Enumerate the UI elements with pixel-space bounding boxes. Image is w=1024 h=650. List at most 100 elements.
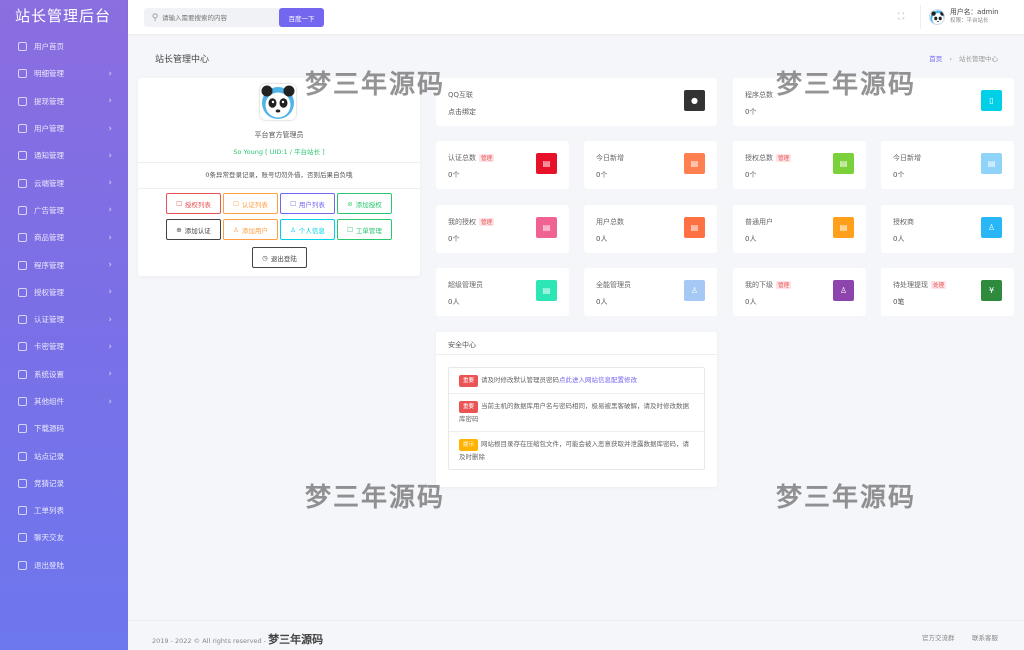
chevron-right-icon: ›	[108, 369, 112, 380]
user-role: 权限：平台站长	[950, 18, 989, 24]
sidebar-item-label: 工单列表	[34, 506, 64, 516]
sidebar-item[interactable]: 认证管理 ›	[0, 306, 128, 333]
stat-icon: ▤	[536, 153, 557, 174]
user-name: 用户名：admin	[950, 8, 999, 16]
stat-title: 全能管理员	[596, 281, 631, 289]
sidebar-item[interactable]: 广告管理 ›	[0, 197, 128, 224]
fullscreen-icon[interactable]: ⛶	[898, 12, 904, 22]
profile-action-button[interactable]: ☐ 认证列表	[223, 193, 278, 214]
profile-action-button[interactable]: ☐ 用户列表	[280, 193, 335, 214]
profile-action-button[interactable]: ⊘ 添加授权	[337, 193, 392, 214]
button-icon: ⊘	[347, 199, 353, 208]
sidebar-item[interactable]: 站点记录	[0, 442, 128, 469]
stat-card[interactable]: 程序总数 0个 ▯	[733, 78, 1014, 126]
stat-icon: ▤	[536, 280, 557, 301]
copyright-text: 2019 - 2022 © All rights reserved -	[152, 637, 269, 645]
stat-card[interactable]: 认证总数 管理 0个 ▤	[436, 141, 569, 189]
profile-action-button[interactable]: ☐ 授权列表	[166, 193, 221, 214]
chevron-right-icon: ›	[108, 396, 112, 407]
stat-value: 0人	[893, 235, 905, 243]
user-menu[interactable]: 用户名：admin 权限：平台站长	[920, 5, 1008, 29]
stat-title: 今日新增	[596, 154, 624, 162]
button-icon: ☐	[233, 199, 239, 208]
stat-card[interactable]: QQ互联 点击绑定 ●	[436, 78, 717, 126]
sidebar-item[interactable]: 明细管理 ›	[0, 60, 128, 87]
sidebar-item[interactable]: 工单列表	[0, 497, 128, 524]
sidebar-item[interactable]: 聊天交友	[0, 524, 128, 551]
watermark: 梦三年源码	[305, 483, 446, 513]
sidebar-nav: 用户首页 明细管理 › 提现管理 › 用户管理 › 通知管理 › 云端管理 › 广告管理 › 商品管理 › 程…	[0, 33, 128, 579]
sidebar-item[interactable]: 程序管理 ›	[0, 251, 128, 278]
stat-tag[interactable]: 管理	[776, 154, 792, 162]
stat-tag[interactable]: 管理	[776, 281, 792, 289]
stat-icon: ▤	[684, 217, 705, 238]
profile-action-button[interactable]: ☐ 工单管理	[337, 219, 392, 240]
search-button[interactable]: 百度一下	[279, 8, 324, 27]
stat-card[interactable]: 授权总数 管理 0个 ▤	[733, 141, 866, 189]
stat-icon: ▤	[536, 217, 557, 238]
avatar	[929, 9, 945, 25]
stat-value: 点击绑定	[448, 108, 476, 116]
stat-tag[interactable]: 处理	[931, 281, 947, 289]
stat-card[interactable]: 我的下级 管理 0人 ♙	[733, 268, 866, 316]
stat-card[interactable]: 今日新增 0个 ▤	[881, 141, 1014, 189]
sidebar-item[interactable]: 用户首页	[0, 33, 128, 60]
sidebar-item[interactable]: 竞猜记录	[0, 470, 128, 497]
search-box: ⚲ 百度一下	[144, 8, 324, 27]
sidebar-item[interactable]: 其他组件 ›	[0, 388, 128, 415]
profile-action-button[interactable]: ♙ 添加用户	[223, 219, 278, 240]
stat-card[interactable]: 超级管理员 0人 ▤	[436, 268, 569, 316]
stat-value: 0人	[596, 235, 608, 243]
stat-tag[interactable]: 管理	[479, 154, 495, 162]
footer: 2019 - 2022 © All rights reserved - 梦三年源…	[128, 620, 1024, 650]
sidebar-item[interactable]: 商品管理 ›	[0, 224, 128, 251]
sidebar-item[interactable]: 卡密管理 ›	[0, 333, 128, 360]
stat-value: 0人	[745, 235, 757, 243]
sidebar-item[interactable]: 授权管理 ›	[0, 279, 128, 306]
stat-tag[interactable]: 管理	[479, 218, 495, 226]
sidebar-item[interactable]: 云端管理 ›	[0, 169, 128, 196]
sidebar-item[interactable]: 提现管理 ›	[0, 88, 128, 115]
stat-card[interactable]: 今日新增 0个 ▤	[584, 141, 717, 189]
profile-action-button[interactable]: ♙ 个人信息	[280, 219, 335, 240]
profile-action-button[interactable]: ◷ 退出登陆	[252, 247, 307, 268]
stat-icon: ▤	[833, 217, 854, 238]
security-item: 重要 当前主机的数据库用户名与密码相同，极易被黑客破解，请及时修改数据库密码	[449, 394, 704, 432]
sidebar-item[interactable]: 下载源码	[0, 415, 128, 442]
search-input[interactable]	[162, 13, 257, 22]
sidebar-item-label: 授权管理	[34, 287, 64, 297]
priority-badge: 重要	[459, 401, 479, 413]
breadcrumb-home[interactable]: 首页	[929, 55, 942, 63]
cash-icon	[18, 96, 27, 106]
security-link[interactable]: 点此进入网站信息配置修改	[559, 376, 637, 384]
stat-card[interactable]: 我的授权 管理 0个 ▤	[436, 205, 569, 253]
sidebar-item[interactable]: 用户管理 ›	[0, 115, 128, 142]
button-label: 认证列表	[241, 200, 268, 209]
footer-link-group[interactable]: 官方交流群	[922, 632, 955, 642]
sidebar-item[interactable]: 退出登陆	[0, 552, 128, 579]
cloud-icon	[18, 178, 27, 188]
sidebar-item-label: 退出登陆	[34, 560, 64, 570]
stat-card[interactable]: 全能管理员 0人 ♙	[584, 268, 717, 316]
chevron-right-icon: ›	[108, 314, 112, 325]
stat-value: 0个	[893, 171, 905, 179]
sidebar-item-label: 聊天交友	[34, 533, 64, 543]
download-icon	[18, 424, 27, 434]
stat-title: 我的授权	[448, 218, 476, 226]
button-label: 添加认证	[184, 226, 211, 235]
sidebar-item-label: 提现管理	[34, 96, 64, 106]
stat-card[interactable]: 授权商 0人 ♙	[881, 205, 1014, 253]
stat-icon: ▤	[684, 153, 705, 174]
button-label: 用户列表	[298, 200, 325, 209]
sidebar-item[interactable]: 系统设置 ›	[0, 361, 128, 388]
stat-card[interactable]: 普通用户 0人 ▤	[733, 205, 866, 253]
stat-card[interactable]: 用户总数 0人 ▤	[584, 205, 717, 253]
page-title: 站长管理中心	[155, 55, 210, 65]
footer-link-support[interactable]: 联系客服	[972, 632, 998, 642]
stat-card[interactable]: 待处理提现 处理 0笔 ¥	[881, 268, 1014, 316]
sidebar-item[interactable]: 通知管理 ›	[0, 142, 128, 169]
profile-action-button[interactable]: ⊕ 添加认证	[166, 219, 221, 240]
profile-avatar	[260, 84, 296, 120]
sidebar-item-label: 下载源码	[34, 424, 64, 434]
home-icon	[18, 42, 27, 52]
